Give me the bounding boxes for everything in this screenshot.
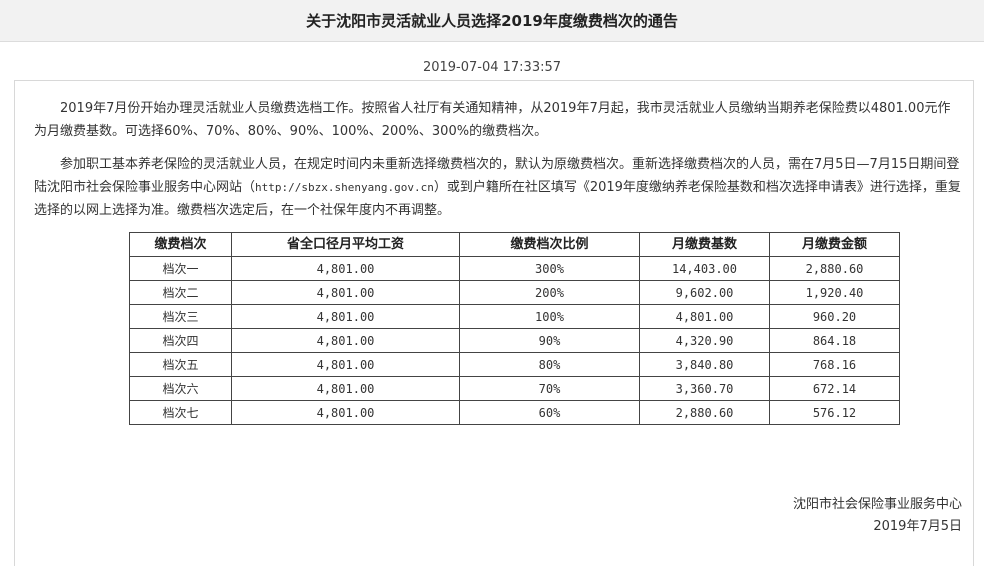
publish-timestamp: 2019-07-04 17:33:57 [422, 60, 562, 75]
cell-ratio: 70% [459, 376, 640, 401]
table-row: 档次四 4,801.00 90% 4,320.90 864.18 [129, 328, 900, 353]
cell-tier: 档次二 [129, 280, 232, 305]
cell-ratio: 200% [459, 280, 640, 305]
table-row: 档次二 4,801.00 200% 9,602.00 1,920.40 [129, 280, 900, 305]
cell-avg-wage: 4,801.00 [231, 352, 460, 377]
header-base: 月缴费基数 [639, 232, 770, 257]
cell-amount: 576.12 [769, 400, 900, 425]
signature-date: 2019年7月5日 [873, 519, 962, 534]
paragraph-instructions: 参加职工基本养老保险的灵活就业人员，在规定时间内未重新选择缴费档次的，默认为原缴… [34, 153, 962, 222]
cell-amount: 864.18 [769, 328, 900, 353]
cell-tier: 档次七 [129, 400, 232, 425]
cell-avg-wage: 4,801.00 [231, 280, 460, 305]
cell-ratio: 100% [459, 304, 640, 329]
cell-base: 14,403.00 [639, 256, 770, 281]
cell-avg-wage: 4,801.00 [231, 256, 460, 281]
header-ratio: 缴费档次比例 [459, 232, 640, 257]
cell-base: 9,602.00 [639, 280, 770, 305]
cell-amount: 672.14 [769, 376, 900, 401]
cell-tier: 档次六 [129, 376, 232, 401]
page-title: 关于沈阳市灵活就业人员选择2019年度缴费档次的通告 [306, 12, 678, 30]
cell-ratio: 60% [459, 400, 640, 425]
table-row: 档次六 4,801.00 70% 3,360.70 672.14 [129, 376, 900, 401]
table-row: 档次三 4,801.00 100% 4,801.00 960.20 [129, 304, 900, 329]
cell-avg-wage: 4,801.00 [231, 376, 460, 401]
cell-amount: 2,880.60 [769, 256, 900, 281]
header-amount: 月缴费金额 [769, 232, 900, 257]
cell-tier: 档次一 [129, 256, 232, 281]
table-row: 档次七 4,801.00 60% 2,880.60 576.12 [129, 400, 900, 425]
table-row: 档次一 4,801.00 300% 14,403.00 2,880.60 [129, 256, 900, 281]
table-row: 档次五 4,801.00 80% 3,840.80 768.16 [129, 352, 900, 377]
signature-organization: 沈阳市社会保险事业服务中心 [792, 497, 962, 512]
table-header-row: 缴费档次 省全口径月平均工资 缴费档次比例 月缴费基数 月缴费金额 [129, 232, 900, 257]
header-avg-wage: 省全口径月平均工资 [231, 232, 460, 257]
cell-base: 3,360.70 [639, 376, 770, 401]
signature-block: 沈阳市社会保险事业服务中心 2019年7月5日 [793, 494, 962, 538]
cell-base: 3,840.80 [639, 352, 770, 377]
cell-tier: 档次四 [129, 328, 232, 353]
cell-avg-wage: 4,801.00 [231, 400, 460, 425]
cell-ratio: 90% [459, 328, 640, 353]
cell-tier: 档次三 [129, 304, 232, 329]
cell-ratio: 300% [459, 256, 640, 281]
cell-tier: 档次五 [129, 352, 232, 377]
cell-base: 4,320.90 [639, 328, 770, 353]
cell-base: 4,801.00 [639, 304, 770, 329]
contribution-tier-table: 缴费档次 省全口径月平均工资 缴费档次比例 月缴费基数 月缴费金额 档次一 4,… [129, 232, 900, 425]
website-link[interactable]: http://sbzx.shenyang.gov.cn [255, 181, 434, 194]
cell-amount: 960.20 [769, 304, 900, 329]
cell-avg-wage: 4,801.00 [231, 304, 460, 329]
header-tier: 缴费档次 [129, 232, 232, 257]
cell-base: 2,880.60 [639, 400, 770, 425]
cell-amount: 1,920.40 [769, 280, 900, 305]
cell-avg-wage: 4,801.00 [231, 328, 460, 353]
cell-ratio: 80% [459, 352, 640, 377]
cell-amount: 768.16 [769, 352, 900, 377]
paragraph-intro: 2019年7月份开始办理灵活就业人员缴费选档工作。按照省人社厅有关通知精神，从2… [34, 101, 951, 139]
